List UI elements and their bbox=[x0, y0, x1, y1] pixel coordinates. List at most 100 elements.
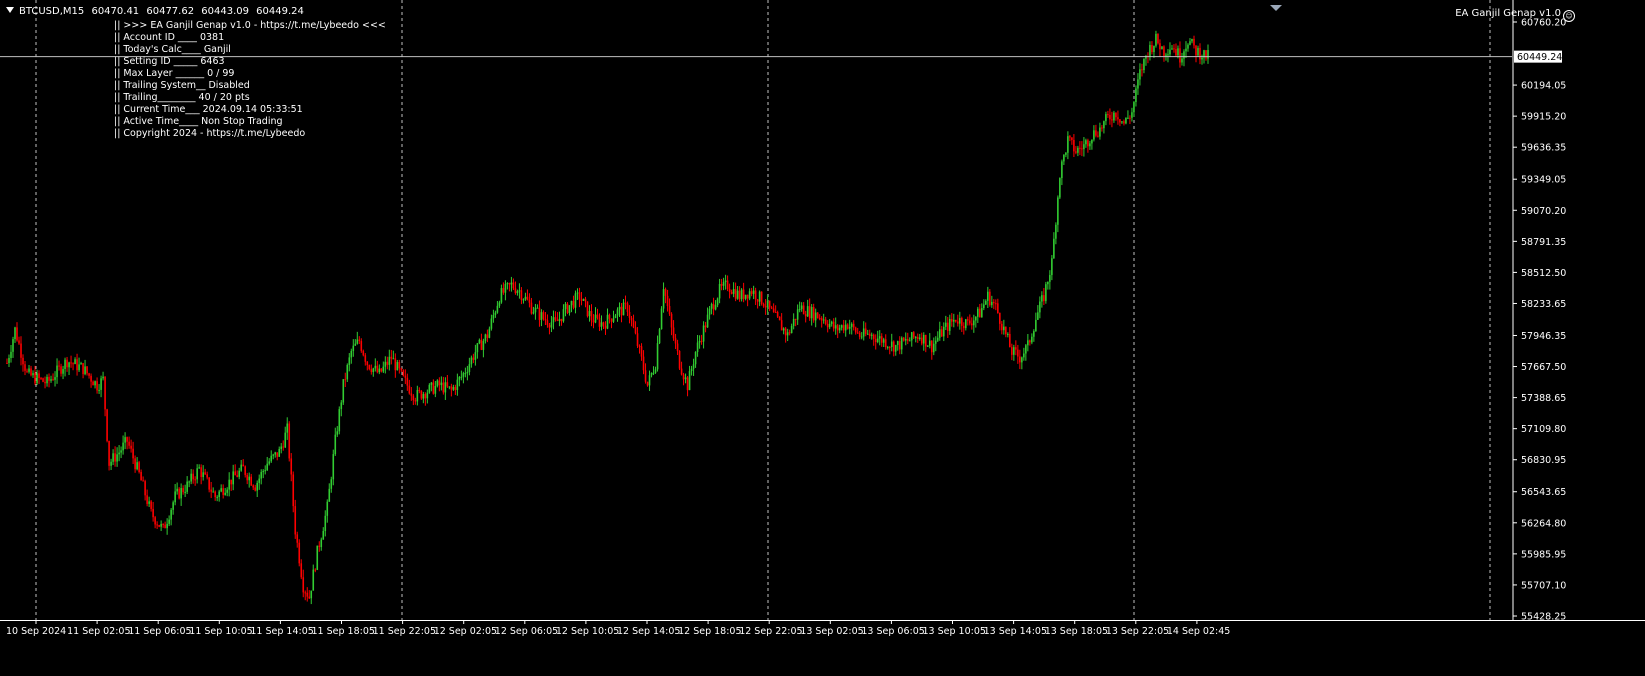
candle-body bbox=[868, 333, 871, 336]
candle-body bbox=[230, 479, 232, 485]
candle-body bbox=[1191, 38, 1193, 42]
candle-body bbox=[240, 464, 242, 471]
candle-body bbox=[726, 280, 729, 290]
time-tick-label: 12 Sep 18:05 bbox=[678, 626, 741, 637]
ea-info-line: || Today's Calc____ Ganjil bbox=[114, 44, 231, 55]
ea-info-line: || >>> EA Ganjil Genap v1.0 - https://t.… bbox=[114, 20, 386, 31]
candle-body bbox=[958, 318, 961, 324]
candle-body bbox=[66, 359, 68, 368]
candle-body bbox=[464, 373, 467, 375]
candle-body bbox=[1013, 347, 1015, 355]
candle-body bbox=[352, 345, 355, 351]
candle-body bbox=[494, 312, 497, 315]
candle-body bbox=[778, 316, 781, 321]
candle-body bbox=[108, 440, 110, 466]
candle-body bbox=[86, 366, 88, 374]
candle-body bbox=[406, 377, 409, 386]
candle-body bbox=[1043, 295, 1045, 302]
candle-body bbox=[766, 300, 769, 308]
candle-body bbox=[954, 319, 957, 322]
candle-body bbox=[320, 539, 323, 548]
candle-body bbox=[1095, 130, 1097, 136]
candle-body bbox=[698, 340, 701, 343]
candle-body bbox=[248, 476, 251, 481]
candle-body bbox=[180, 488, 182, 499]
candle-body bbox=[590, 311, 593, 321]
candle-body bbox=[950, 318, 953, 322]
candle-body bbox=[526, 296, 529, 300]
candle-body bbox=[488, 328, 491, 338]
candle-body bbox=[74, 359, 76, 365]
candle-body bbox=[944, 322, 947, 327]
candle-body bbox=[200, 467, 202, 478]
candle-body bbox=[524, 296, 527, 300]
candle-body bbox=[512, 282, 515, 289]
candle-body bbox=[832, 321, 835, 329]
candle-body bbox=[979, 308, 981, 318]
candle-body bbox=[678, 351, 681, 369]
candle-body bbox=[826, 323, 829, 328]
candle-body bbox=[636, 333, 639, 346]
candle-body bbox=[208, 477, 210, 490]
candle-body bbox=[718, 284, 721, 299]
candle-body bbox=[604, 325, 607, 329]
candle-body bbox=[244, 466, 246, 475]
candle-body bbox=[510, 282, 513, 285]
candle-body bbox=[436, 380, 439, 386]
candle-body bbox=[202, 472, 204, 478]
candle-body bbox=[1093, 130, 1095, 140]
candle-body bbox=[272, 454, 275, 456]
candle-body bbox=[668, 306, 671, 314]
candle-body bbox=[932, 343, 935, 353]
candle-body bbox=[1123, 121, 1125, 124]
candle-body bbox=[310, 590, 313, 599]
candle-body bbox=[812, 307, 815, 321]
candle-body bbox=[490, 318, 493, 329]
candle-body bbox=[1019, 356, 1021, 363]
candle-body bbox=[472, 357, 475, 360]
candle-body bbox=[238, 470, 240, 477]
candle-body bbox=[646, 381, 649, 386]
candle-body bbox=[786, 332, 789, 336]
candle-body bbox=[422, 393, 425, 399]
candle-body bbox=[692, 364, 695, 369]
candle-body bbox=[220, 488, 222, 492]
candle-body bbox=[370, 369, 373, 373]
candle-body bbox=[336, 431, 339, 435]
candle-body bbox=[728, 289, 731, 293]
candle-body bbox=[24, 364, 26, 371]
collapse-triangle-icon[interactable] bbox=[6, 7, 14, 13]
candle-body bbox=[656, 343, 659, 370]
close-price: 60449.24 bbox=[256, 6, 304, 17]
candle-body bbox=[724, 280, 727, 283]
candle-body bbox=[280, 446, 283, 450]
price-tick-label: 57109.80 bbox=[1521, 424, 1566, 435]
time-tick-label: 10 Sep 2024 bbox=[6, 626, 66, 637]
candle-body bbox=[1053, 238, 1055, 259]
candle-body bbox=[1171, 48, 1173, 50]
price-tick-label: 56830.95 bbox=[1521, 455, 1566, 466]
candle-body bbox=[804, 314, 807, 317]
candle-body bbox=[554, 317, 557, 320]
candle-body bbox=[10, 351, 12, 358]
candle-body bbox=[530, 302, 533, 314]
candle-body bbox=[1009, 333, 1011, 348]
candle-body bbox=[6, 362, 8, 364]
candle-body bbox=[298, 542, 301, 564]
candle-body bbox=[1083, 144, 1085, 150]
candle-body bbox=[88, 373, 90, 376]
candle-body bbox=[474, 352, 477, 360]
candle-body bbox=[410, 393, 413, 396]
ea-title-label[interactable]: EA Ganjil Genap v1.0 ☺ bbox=[1455, 8, 1575, 22]
candle-body bbox=[870, 334, 873, 336]
candle-body bbox=[502, 288, 505, 293]
candle-body bbox=[128, 441, 130, 446]
ea-info-line: || Trailing________ 40 / 20 pts bbox=[114, 92, 250, 103]
candle-body bbox=[1165, 54, 1167, 56]
candle-body bbox=[148, 501, 150, 504]
candle-body bbox=[614, 315, 617, 319]
candle-body bbox=[708, 308, 711, 315]
candle-body bbox=[776, 312, 779, 317]
candle-body bbox=[732, 289, 735, 294]
candle-body bbox=[426, 392, 429, 399]
